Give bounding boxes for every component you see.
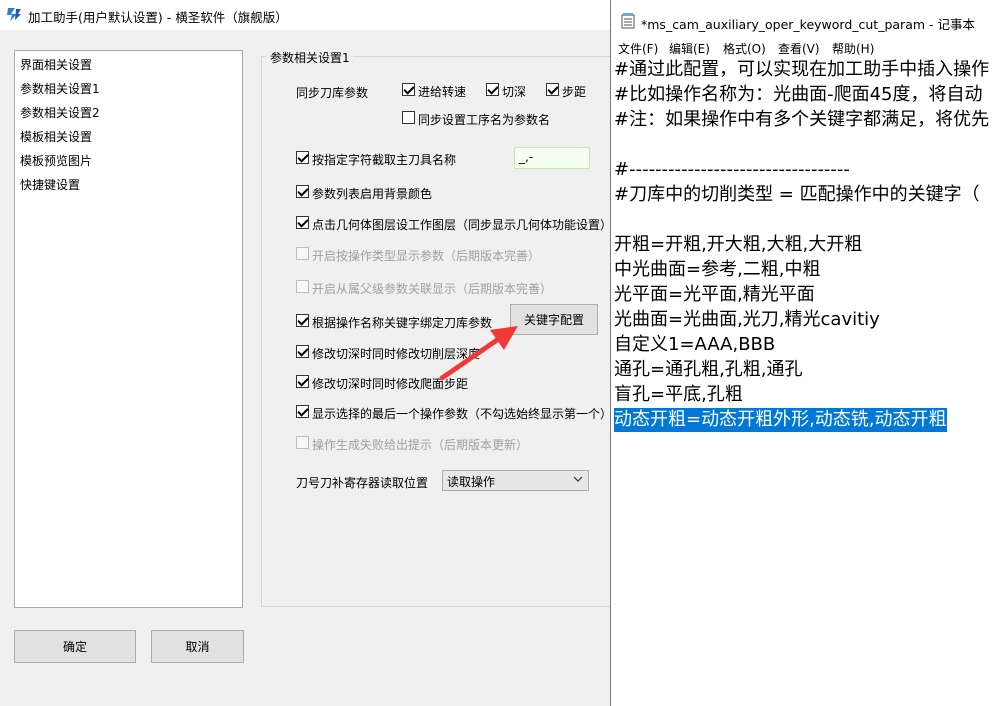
by-type-checkbox[interactable] [296,247,309,260]
settings-dialog: 加工助手(用户默认设置) - 横圣软件（旗舰版） 界面相关设置 参数相关设置1 … [0,0,621,706]
menu-file[interactable]: 文件(F) [618,40,658,57]
menu-help[interactable]: 帮助(H) [832,40,874,57]
dialog-title-bar: 加工助手(用户默认设置) - 横圣软件（旗舰版） [0,0,610,30]
notepad-icon [621,13,635,29]
menu-format[interactable]: 格式(O) [723,40,766,57]
cut-depth-checkbox[interactable] [296,345,309,358]
app-logo-icon [7,8,21,21]
text-line: #刀库中的切削类型 = 匹配操作中的关键字（ [614,184,980,205]
sync-label: 同步刀库参数 [296,86,369,100]
notepad-text-area[interactable]: #通过此配置，可以实现在加工助手中插入操作 #比如操作名称为：光曲面-爬面45度… [611,58,998,706]
nav-item-template-preview[interactable]: 模板预览图片 [20,152,92,169]
geom-layer-label[interactable]: 点击几何体图层设工作图层（同步显示几何体功能设置） [312,216,612,233]
text-line: 中光曲面=参考,二粗,中粗 [614,259,821,280]
nav-item-params-2[interactable]: 参数相关设置2 [20,104,100,121]
annotation-arrow-icon [439,326,518,381]
text-line: 盲孔=平底,孔粗 [614,384,743,405]
nav-item-template-settings[interactable]: 模板相关设置 [20,128,92,145]
notepad-window: *ms_cam_auxiliary_oper_keyword_cut_param… [610,0,998,706]
feed-checkbox[interactable] [402,83,415,96]
settings-nav-list[interactable]: 界面相关设置 参数相关设置1 参数相关设置2 模板相关设置 模板预览图片 快捷键… [14,50,243,608]
chevron-down-icon [573,476,583,482]
climb-step-checkbox[interactable] [296,375,309,388]
register-select-value: 读取操作 [447,475,496,489]
notepad-menubar: 文件(F) 编辑(E) 格式(O) 查看(V) 帮助(H) [611,38,998,58]
parent-link-checkbox[interactable] [296,280,309,293]
nav-item-ui-settings[interactable]: 界面相关设置 [20,56,92,73]
text-line: 光曲面=光曲面,光刀,精光cavitiy [614,309,880,330]
show-last-label[interactable]: 显示选择的最后一个操作参数（不勾选始终显示第一个） [312,405,612,422]
text-line: 开粗=开粗,开大粗,大粗,大开粗 [614,234,863,255]
text-line: 光平面=光平面,精光平面 [614,284,815,305]
by-type-label: 开启按操作类型显示参数（后期版本完善） [312,249,541,263]
text-line: #注：如果操作中有多个关键字都满足，将优先 [614,109,990,130]
bg-color-checkbox[interactable] [296,185,309,198]
sync-name-label[interactable]: 同步设置工序名为参数名 [418,111,550,128]
text-line: #通过此配置，可以实现在加工助手中插入操作 [614,59,990,80]
cut-tool-name-label[interactable]: 按指定字符截取主刀具名称 [312,151,456,168]
text-line: #---------------------------------- [614,159,850,180]
dialog-title: 加工助手(用户默认设置) - 横圣软件（旗舰版） [28,10,288,25]
menu-view[interactable]: 查看(V) [778,40,820,57]
notepad-title: *ms_cam_auxiliary_oper_keyword_cut_param… [641,17,975,32]
fail-prompt-checkbox[interactable] [296,436,309,449]
text-line: 通孔=通孔粗,孔粗,通孔 [614,359,803,380]
cut-tool-name-checkbox[interactable] [296,151,309,164]
nav-item-params-1[interactable]: 参数相关设置1 [20,80,100,97]
text-line: #比如操作名称为：光曲面-爬面45度，将自动 [614,84,983,105]
selected-text-line: 动态开粗=动态开粗外形,动态铣,动态开粗 [614,408,947,432]
ok-button[interactable]: 确定 [14,630,136,663]
group-title: 参数相关设置1 [267,49,353,66]
depth-checkbox[interactable] [486,83,499,96]
show-last-checkbox[interactable] [296,405,309,418]
sync-name-checkbox[interactable] [402,111,415,124]
bind-keyword-checkbox[interactable] [296,314,309,327]
step-checkbox[interactable] [546,83,559,96]
fail-prompt-label: 操作生成失败给出提示（后期版本更新） [312,438,529,452]
bg-color-label[interactable]: 参数列表启用背景颜色 [312,185,432,202]
register-label: 刀号刀补寄存器读取位置 [296,476,429,490]
step-label[interactable]: 步距 [562,83,586,100]
cancel-button[interactable]: 取消 [151,630,244,663]
geom-layer-checkbox[interactable] [296,216,309,229]
text-line: 自定义1=AAA,BBB [614,334,776,355]
cut-char-input[interactable]: _,- [514,147,590,169]
register-select[interactable]: 读取操作 [442,470,589,491]
notepad-title-bar: *ms_cam_auxiliary_oper_keyword_cut_param… [611,0,998,38]
menu-edit[interactable]: 编辑(E) [669,40,710,57]
depth-label[interactable]: 切深 [502,83,526,100]
feed-label[interactable]: 进给转速 [418,83,466,100]
parent-link-label: 开启从属父级参数关联显示（后期版本完善） [312,282,553,296]
nav-item-shortcuts[interactable]: 快捷键设置 [20,176,80,193]
